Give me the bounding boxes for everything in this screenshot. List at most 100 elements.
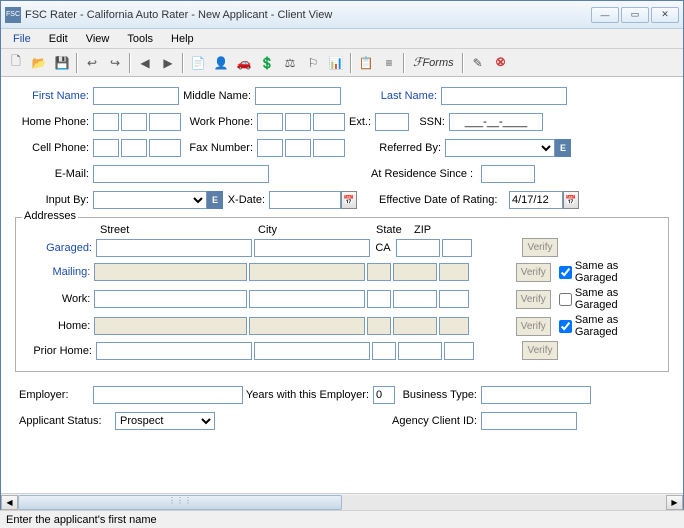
tb-flag-icon[interactable]: ⚐ bbox=[302, 52, 324, 74]
scroll-track[interactable]: ⋮⋮⋮ bbox=[18, 495, 666, 510]
garaged-zip4[interactable] bbox=[442, 239, 472, 257]
tb-document-icon[interactable]: 📄 bbox=[187, 52, 209, 74]
eff-date-input[interactable] bbox=[509, 191, 563, 209]
tb-next-icon[interactable]: ▶ bbox=[157, 52, 179, 74]
scroll-right-icon[interactable]: ▶ bbox=[666, 495, 683, 510]
garaged-zip[interactable] bbox=[396, 239, 440, 257]
label-employer: Employer: bbox=[15, 389, 93, 401]
minimize-button[interactable]: — bbox=[591, 7, 619, 23]
fax-area[interactable] bbox=[257, 139, 283, 157]
work-phone-area[interactable] bbox=[257, 113, 283, 131]
middle-name-input[interactable] bbox=[255, 87, 341, 105]
tb-back-arrow-icon[interactable]: ↩ bbox=[81, 52, 103, 74]
work-phone-suffix[interactable] bbox=[313, 113, 345, 131]
work-state[interactable] bbox=[367, 290, 391, 308]
label-input-by: Input By: bbox=[15, 194, 93, 206]
tb-car-icon[interactable]: 🚗 bbox=[233, 52, 255, 74]
tb-forward-arrow-icon[interactable]: ↪ bbox=[104, 52, 126, 74]
xdate-calendar-icon[interactable]: 📅 bbox=[341, 191, 357, 209]
xdate-input[interactable] bbox=[269, 191, 341, 209]
close-button[interactable]: ✕ bbox=[651, 7, 679, 23]
garaged-verify-button[interactable]: Verify bbox=[522, 238, 558, 257]
referred-by-select[interactable] bbox=[445, 139, 555, 157]
home-same-check[interactable] bbox=[559, 320, 572, 333]
work-phone-prefix[interactable] bbox=[285, 113, 311, 131]
tb-notes-icon[interactable]: 📋 bbox=[355, 52, 377, 74]
scroll-thumb[interactable]: ⋮⋮⋮ bbox=[18, 495, 342, 510]
prior-zip4[interactable] bbox=[444, 342, 474, 360]
mailing-verify-button[interactable]: Verify bbox=[516, 263, 551, 282]
tb-new-icon[interactable]: 🗋 bbox=[5, 52, 27, 74]
ssn-input[interactable] bbox=[449, 113, 543, 131]
home-phone-suffix[interactable] bbox=[149, 113, 181, 131]
work-zip4[interactable] bbox=[439, 290, 469, 308]
applicant-status-select[interactable]: Prospect bbox=[115, 412, 215, 430]
garaged-street[interactable] bbox=[96, 239, 252, 257]
work-zip[interactable] bbox=[393, 290, 437, 308]
referred-by-e-button[interactable]: E bbox=[555, 139, 571, 157]
tb-chart-icon[interactable]: 📊 bbox=[325, 52, 347, 74]
prior-verify-button[interactable]: Verify bbox=[522, 341, 558, 360]
tb-open-icon[interactable]: 📂 bbox=[28, 52, 50, 74]
prior-city[interactable] bbox=[254, 342, 370, 360]
tb-scale-icon[interactable]: ⚖ bbox=[279, 52, 301, 74]
cell-phone-area[interactable] bbox=[93, 139, 119, 157]
business-type-input[interactable] bbox=[481, 386, 591, 404]
garaged-state: CA bbox=[370, 242, 396, 254]
tb-forms-button[interactable]: ℱForms bbox=[408, 52, 459, 74]
label-middle-name: Middle Name: bbox=[179, 90, 255, 102]
label-years-emp: Years with this Employer: bbox=[243, 389, 373, 401]
tb-print-icon[interactable]: ≡ bbox=[378, 52, 400, 74]
menu-edit[interactable]: Edit bbox=[41, 31, 76, 47]
tb-prev-icon[interactable]: ◀ bbox=[134, 52, 156, 74]
label-eff-date: Effective Date of Rating: bbox=[379, 194, 509, 206]
garaged-city[interactable] bbox=[254, 239, 370, 257]
label-residence: At Residence Since : bbox=[371, 168, 481, 180]
tb-edit-icon[interactable]: ✎ bbox=[467, 52, 489, 74]
menu-file[interactable]: File bbox=[5, 31, 39, 47]
last-name-input[interactable] bbox=[441, 87, 567, 105]
prior-street[interactable] bbox=[96, 342, 252, 360]
tb-person-icon[interactable]: 👤 bbox=[210, 52, 232, 74]
residence-since-input[interactable] bbox=[481, 165, 535, 183]
email-input[interactable] bbox=[93, 165, 269, 183]
home-verify-button[interactable]: Verify bbox=[516, 317, 551, 336]
work-verify-button[interactable]: Verify bbox=[516, 290, 551, 309]
cell-phone-prefix[interactable] bbox=[121, 139, 147, 157]
home-phone-area[interactable] bbox=[93, 113, 119, 131]
first-name-input[interactable] bbox=[93, 87, 179, 105]
work-city[interactable] bbox=[249, 290, 365, 308]
home-phone-prefix[interactable] bbox=[121, 113, 147, 131]
mailing-same-check[interactable] bbox=[559, 266, 572, 279]
maximize-button[interactable]: ▭ bbox=[621, 7, 649, 23]
horizontal-scrollbar[interactable]: ◀ ⋮⋮⋮ ▶ bbox=[1, 493, 683, 510]
tb-dollar-icon[interactable]: 💲 bbox=[256, 52, 278, 74]
label-cell-phone: Cell Phone: bbox=[15, 142, 93, 154]
fax-prefix[interactable] bbox=[285, 139, 311, 157]
fax-suffix[interactable] bbox=[313, 139, 345, 157]
ext-input[interactable] bbox=[375, 113, 409, 131]
years-emp-input[interactable] bbox=[373, 386, 395, 404]
prior-zip[interactable] bbox=[398, 342, 442, 360]
employer-input[interactable] bbox=[93, 386, 243, 404]
input-by-e-button[interactable]: E bbox=[207, 191, 223, 209]
cell-phone-suffix[interactable] bbox=[149, 139, 181, 157]
label-ext: Ext.: bbox=[349, 116, 375, 128]
input-by-select[interactable] bbox=[93, 191, 207, 209]
agency-client-input[interactable] bbox=[481, 412, 577, 430]
menu-help[interactable]: Help bbox=[163, 31, 202, 47]
tb-exit-icon[interactable]: ⮿ bbox=[490, 52, 512, 74]
work-street[interactable] bbox=[94, 290, 246, 308]
mailing-state bbox=[367, 263, 391, 281]
label-email: E-Mail: bbox=[15, 168, 93, 180]
prior-state[interactable] bbox=[372, 342, 396, 360]
scroll-left-icon[interactable]: ◀ bbox=[1, 495, 18, 510]
home-zip4 bbox=[439, 317, 469, 335]
eff-date-calendar-icon[interactable]: 📅 bbox=[563, 191, 579, 209]
titlebar: FSC FSC Rater - California Auto Rater - … bbox=[1, 1, 683, 29]
tb-save-icon[interactable]: 💾 bbox=[51, 52, 73, 74]
menu-view[interactable]: View bbox=[78, 31, 118, 47]
work-same-check[interactable] bbox=[559, 293, 572, 306]
label-prior-home: Prior Home: bbox=[22, 345, 96, 357]
menu-tools[interactable]: Tools bbox=[119, 31, 161, 47]
